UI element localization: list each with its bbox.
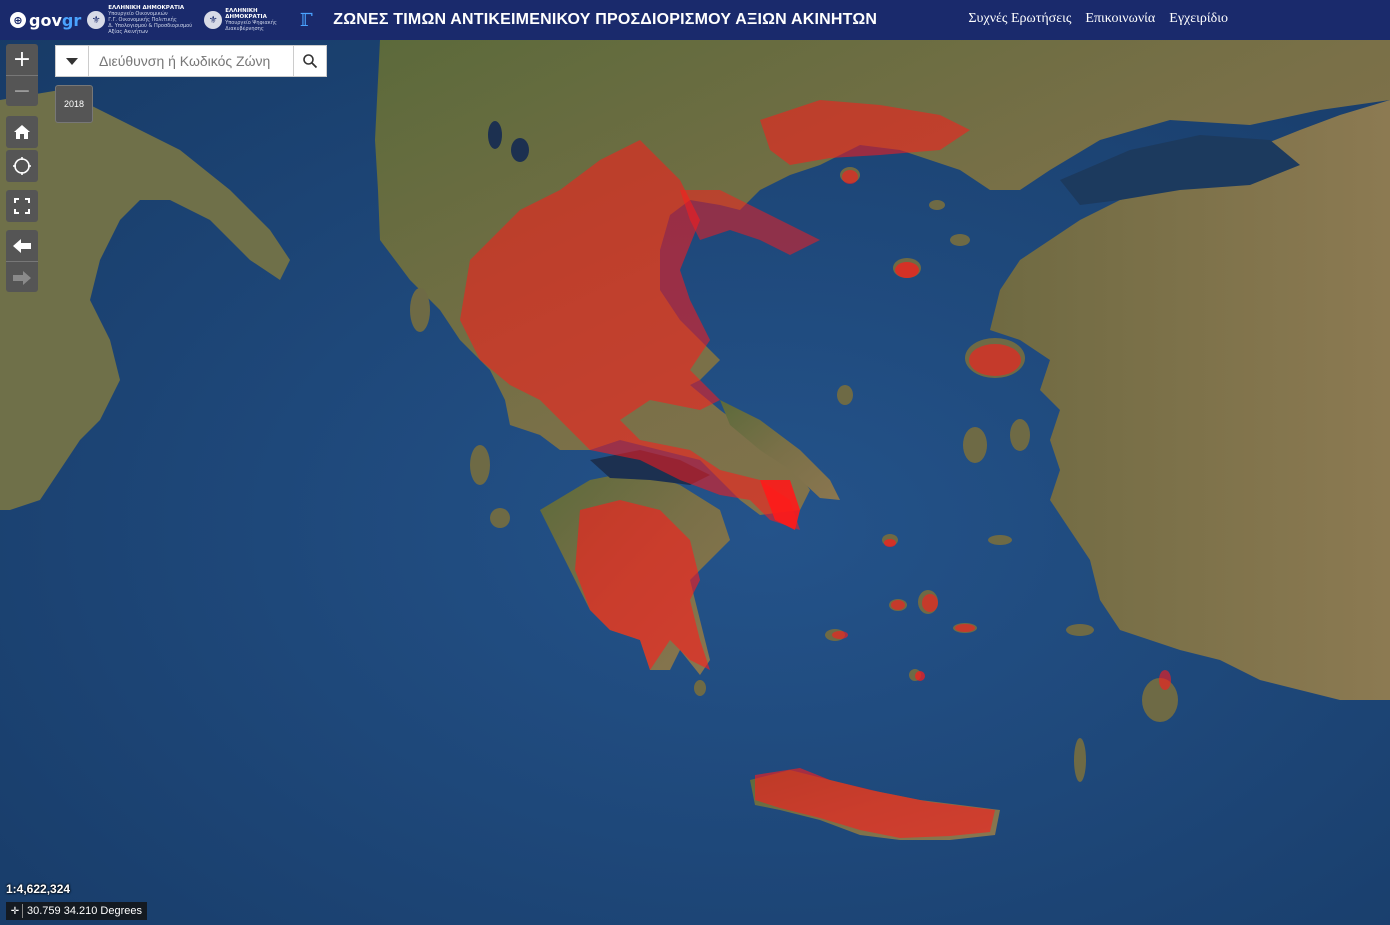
ministry1-line3: Δ. Υπολογισμού & Προσδιορισμού Αξίας Ακι… xyxy=(108,23,193,35)
nav-contact-link[interactable]: Επικοινωνία xyxy=(1085,11,1155,27)
app-header: ⊕ govgr ⚜ ΕΛΛΗΝΙΚΗ ΔΗΜΟΚΡΑΤΙΑ Υπουργείο … xyxy=(0,0,1390,40)
ministry2-title: ΕΛΛΗΝΙΚΗ ΔΗΜΟΚΡΑΤΙΑ xyxy=(225,8,267,20)
locate-icon xyxy=(13,157,31,175)
republic-seal-icon: ⚜ xyxy=(87,11,106,29)
nav-manual-link[interactable]: Εγχειρίδιο xyxy=(1169,11,1228,27)
republic-seal-icon: ⚜ xyxy=(204,11,223,29)
year-selector[interactable]: 2018 xyxy=(55,85,93,123)
ministry2-line2: Διακυβέρνησης xyxy=(225,26,264,32)
crosshair-icon: ✛ xyxy=(8,904,23,918)
search-input[interactable] xyxy=(89,46,293,76)
govgr-text: gov xyxy=(29,10,62,30)
fullscreen-icon xyxy=(14,198,30,214)
search-button[interactable] xyxy=(293,46,326,76)
forward-button[interactable] xyxy=(6,261,38,293)
history-navigation xyxy=(6,230,38,292)
govgr-logo[interactable]: ⊕ govgr xyxy=(10,11,81,30)
fullscreen-button[interactable] xyxy=(6,190,38,222)
map-view[interactable] xyxy=(0,40,1390,925)
zoom-in-button[interactable]: + xyxy=(6,44,38,75)
scale-label: 1:4,622,324 xyxy=(6,882,71,896)
back-button[interactable] xyxy=(6,230,38,261)
forward-arrow-icon xyxy=(13,270,31,285)
search-widget xyxy=(55,45,327,77)
back-arrow-icon xyxy=(13,238,31,253)
page-title: ΖΩΝΕΣ ΤΙΜΩΝ ΑΝΤΙΚΕΙΜΕΝΙΚΟΥ ΠΡΟΣΔΙΟΡΙΣΜΟΥ… xyxy=(333,11,878,28)
coordinate-readout[interactable]: ✛ 30.759 34.210 Degrees xyxy=(6,902,147,920)
logo-strip: ⊕ govgr ⚜ ΕΛΛΗΝΙΚΗ ΔΗΜΟΚΡΑΤΙΑ Υπουργείο … xyxy=(0,5,317,35)
top-nav: Συχνές Ερωτήσεις Επικοινωνία Εγχειρίδιο xyxy=(968,11,1228,27)
chevron-down-icon xyxy=(66,57,78,65)
aade-logo-icon: ℾ xyxy=(299,9,313,31)
ministry-digital-logo: ⚜ ΕΛΛΗΝΙΚΗ ΔΗΜΟΚΡΑΤΙΑ Υπουργείο Ψηφιακής… xyxy=(204,8,289,32)
ministry-finance-logo: ⚜ ΕΛΛΗΝΙΚΗ ΔΗΜΟΚΡΑΤΙΑ Υπουργείο Οικονομι… xyxy=(87,5,198,35)
home-icon xyxy=(14,125,30,139)
zoom-control: + − xyxy=(6,44,38,106)
coordinate-text: 30.759 34.210 Degrees xyxy=(27,905,142,917)
satellite-basemap[interactable] xyxy=(0,40,1390,925)
govgr-emblem-icon: ⊕ xyxy=(10,12,26,28)
govgr-accent: gr xyxy=(61,10,82,30)
zoom-out-button[interactable]: − xyxy=(6,75,38,107)
locate-button[interactable] xyxy=(6,150,38,182)
search-icon xyxy=(303,54,318,69)
nav-faq-link[interactable]: Συχνές Ερωτήσεις xyxy=(968,11,1071,27)
home-button[interactable] xyxy=(6,116,38,148)
search-source-dropdown[interactable] xyxy=(56,46,89,76)
